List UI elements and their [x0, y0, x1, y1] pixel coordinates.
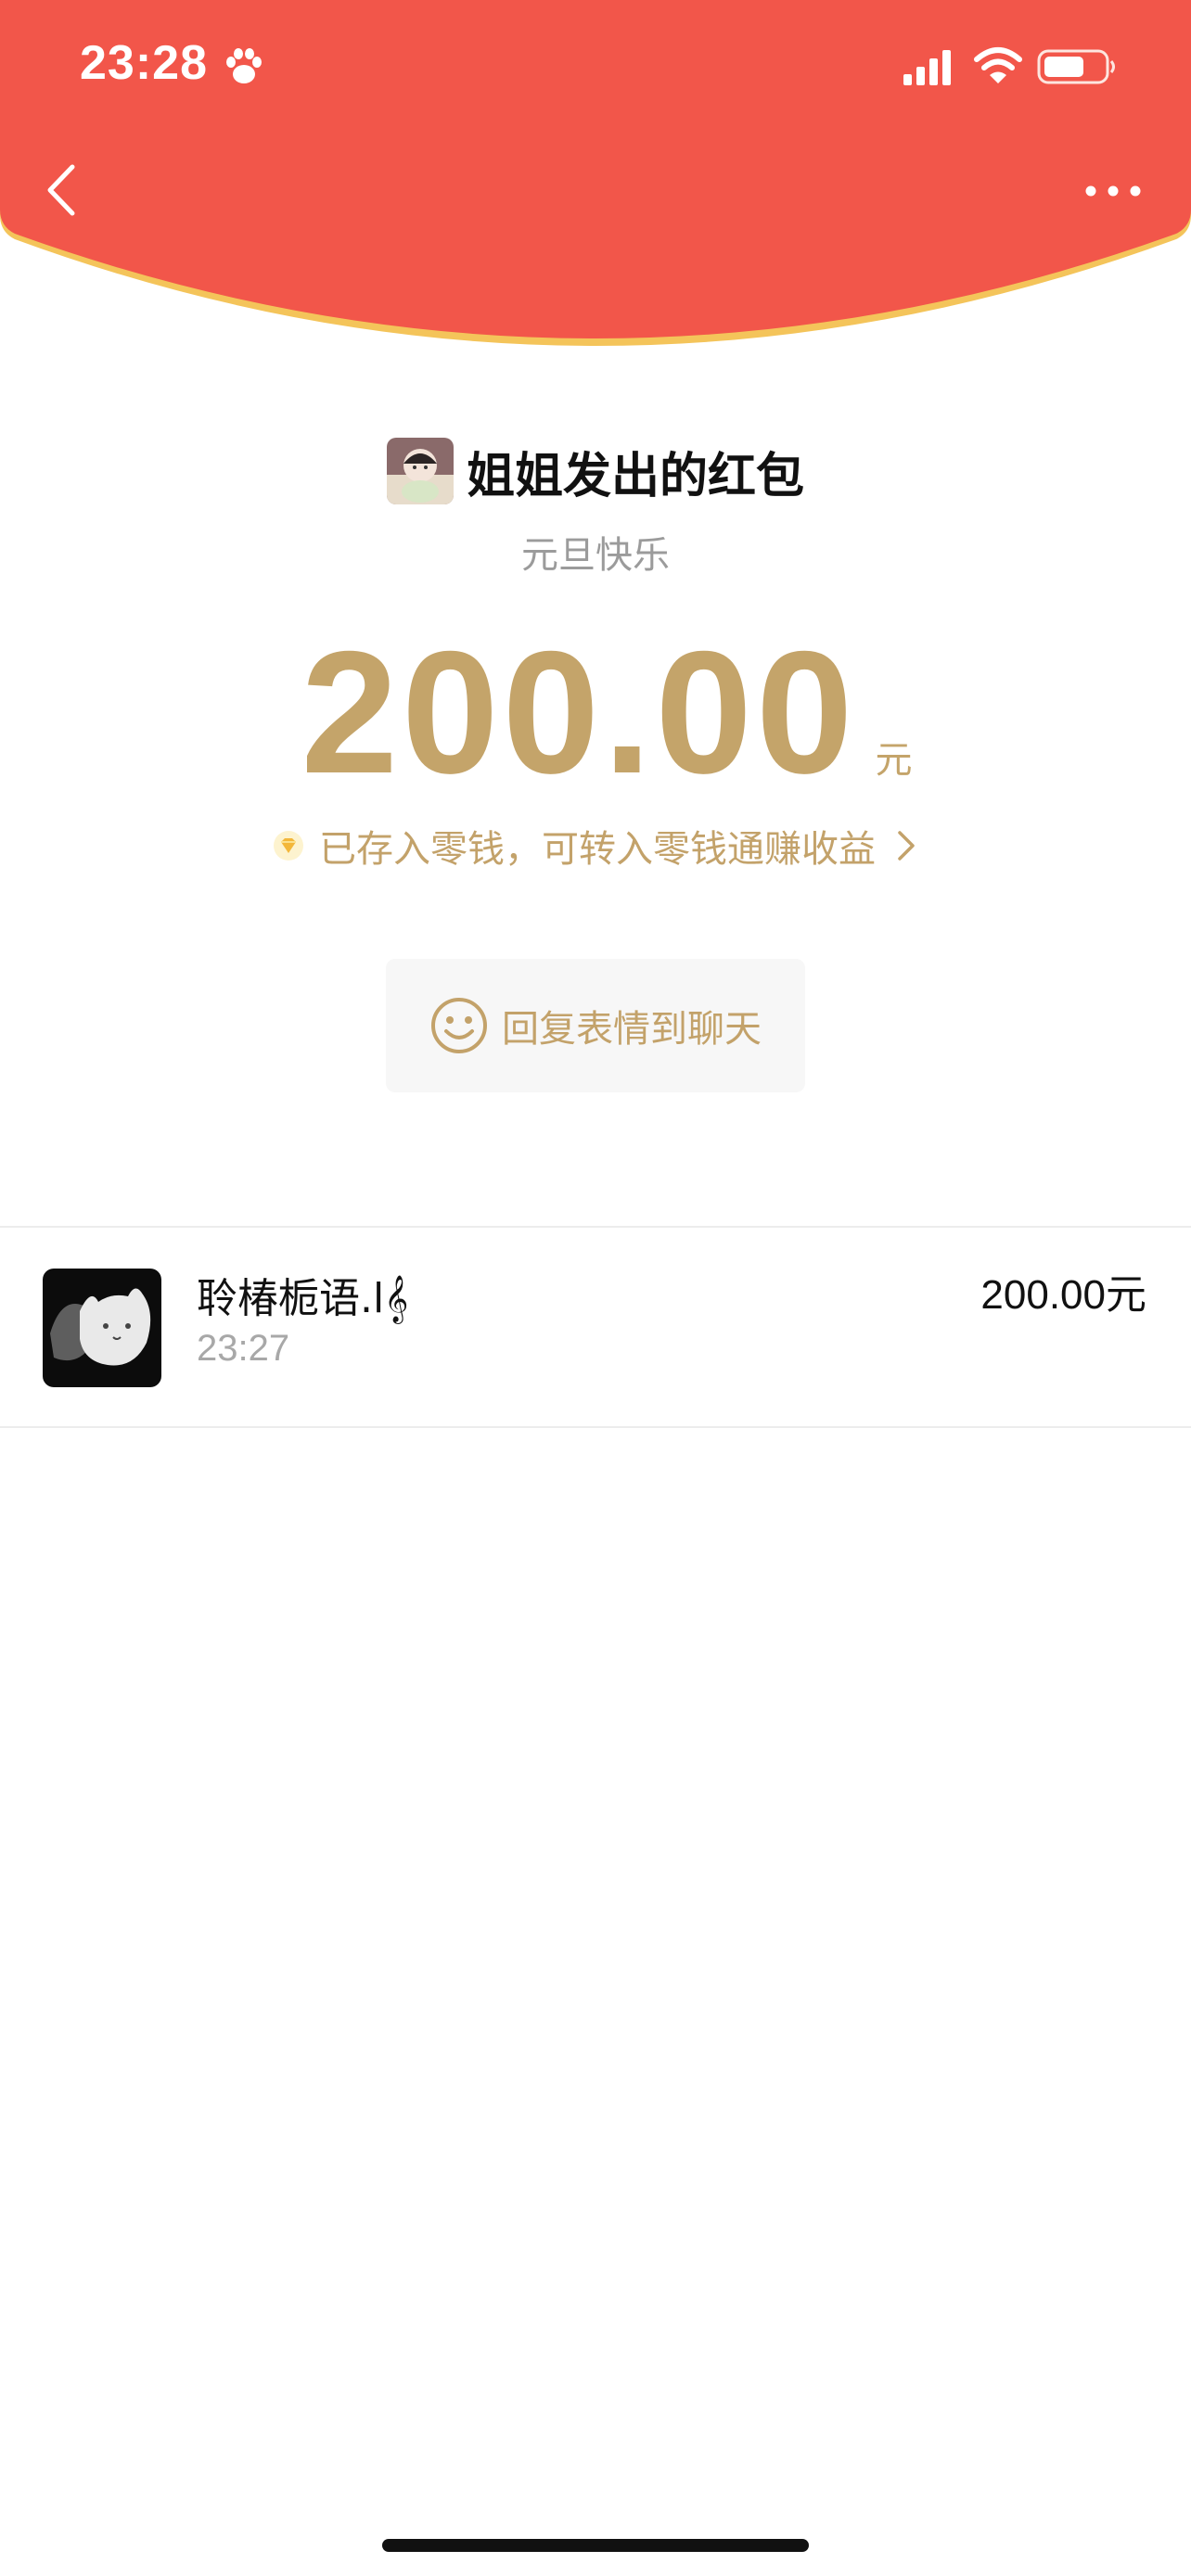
divider	[0, 1426, 1191, 1428]
paw-icon	[226, 48, 262, 83]
sender-title: 姐姐发出的红包	[466, 448, 804, 504]
sender-row: 姐姐发出的红包	[0, 434, 1191, 508]
change-notice-text: 已存入零钱，可转入零钱通赚收益	[319, 828, 876, 871]
list-item[interactable]	[0, 1228, 1191, 1426]
chevron-right-icon	[898, 831, 915, 861]
sender-avatar[interactable]	[386, 438, 454, 504]
amount-unit: 元	[875, 739, 913, 782]
wifi-icon	[974, 47, 1022, 83]
receiver-avatar[interactable]	[43, 1269, 161, 1387]
amount-value: 200.00	[301, 615, 857, 810]
battery-icon	[1037, 49, 1115, 84]
receive-time: 23:27	[197, 1328, 290, 1369]
receiver-name: 聆椿栀语.l𝄞	[197, 1275, 409, 1322]
reply-label: 回复表情到聊天	[502, 1008, 762, 1051]
change-notice-link[interactable]: 已存入零钱，可转入零钱通赚收益	[0, 818, 1191, 874]
diamond-icon	[274, 831, 303, 861]
reply-emoji-button[interactable]: 回复表情到聊天	[386, 959, 805, 1092]
receive-amount: 200.00元	[980, 1272, 1146, 1318]
amount-row: 200.00 元	[11, 612, 1191, 810]
cellular-signal-icon	[903, 50, 951, 85]
back-button[interactable]	[37, 158, 93, 223]
home-indicator[interactable]	[382, 2539, 809, 2552]
smile-icon	[431, 998, 487, 1053]
greeting-message: 元旦快乐	[521, 534, 670, 577]
more-options-button[interactable]	[1076, 172, 1150, 210]
status-time: 23:28	[80, 36, 208, 90]
